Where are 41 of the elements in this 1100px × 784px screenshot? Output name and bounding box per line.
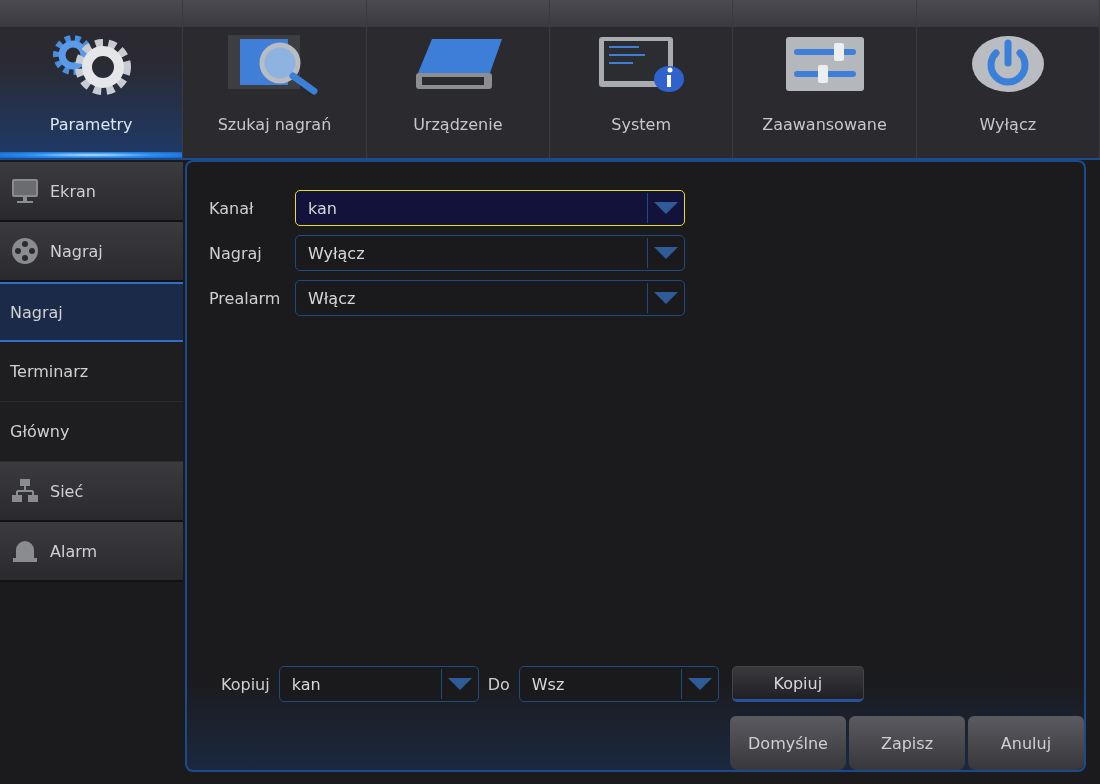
footer-button[interactable]: Domyślne — [730, 716, 846, 770]
to-label: Do — [487, 674, 510, 694]
copy-button[interactable]: Kopiuj — [731, 666, 864, 702]
dropdown[interactable]: kan — [278, 666, 479, 702]
menu-tab[interactable]: Wyłącz — [916, 0, 1100, 158]
sidebar-label: Nagraj — [50, 241, 103, 261]
footer-button[interactable]: Zapisz — [849, 716, 965, 770]
sidebar-item[interactable]: Główny — [0, 402, 183, 462]
dropdown[interactable]: Włącz — [295, 280, 685, 316]
sidebar-label: Alarm — [50, 541, 98, 561]
sidebar-item[interactable]: Nagraj — [0, 282, 183, 342]
field-label: Prealarm — [209, 288, 282, 308]
menu-tab[interactable]: Urządzenie — [366, 0, 550, 158]
film-reel-icon — [10, 236, 40, 266]
caret-icon — [654, 247, 678, 259]
caret-icon — [687, 678, 712, 690]
dropdown[interactable]: kan — [295, 190, 685, 226]
sidebar-item[interactable]: Nagraj — [0, 222, 183, 282]
menu-tab[interactable]: Parametry — [0, 0, 184, 158]
sidebar-item[interactable]: Terminarz — [0, 342, 183, 402]
sidebar-label: Nagraj — [10, 302, 63, 322]
field-label: Kanał — [209, 198, 255, 218]
monitor-icon — [10, 176, 40, 206]
sidebar-item[interactable]: Ekran — [0, 162, 183, 222]
copy-label: Kopiuj — [221, 674, 270, 694]
menu-tab[interactable]: System — [550, 0, 734, 158]
sidebar-label: Ekran — [50, 181, 96, 201]
sidebar-item[interactable]: Sieć — [0, 462, 183, 522]
sidebar-label: Główny — [10, 422, 70, 441]
sidebar-label: Terminarz — [10, 362, 89, 381]
sidebar-item[interactable]: Alarm — [0, 522, 183, 582]
menu-tab[interactable]: Szukaj nagrań — [183, 0, 367, 158]
field-label: Nagraj — [209, 243, 263, 263]
dropdown[interactable]: Wyłącz — [295, 235, 685, 271]
caret-icon — [654, 202, 678, 214]
menu-tab[interactable]: Zaawansowane — [733, 0, 917, 158]
sidebar-label: Sieć — [50, 481, 84, 501]
caret-icon — [447, 678, 472, 690]
dropdown[interactable]: Wsz — [518, 666, 719, 702]
caret-icon — [654, 292, 678, 304]
footer-button[interactable]: Anuluj — [968, 716, 1084, 770]
